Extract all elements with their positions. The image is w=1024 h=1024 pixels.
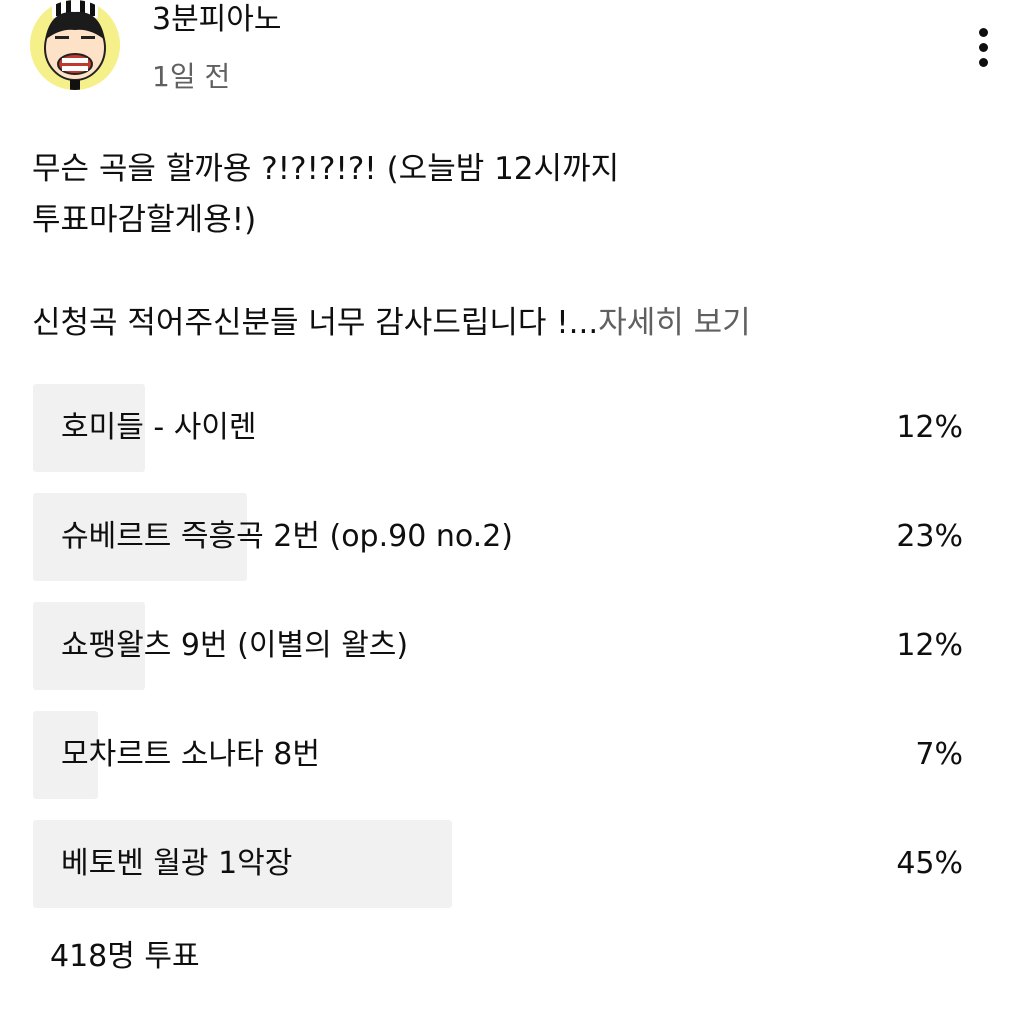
poll-option[interactable]: 쇼팽왈츠 9번 (이별의 왈츠) 12% xyxy=(33,602,963,690)
poll-option[interactable]: 호미들 - 사이렌 12% xyxy=(33,384,963,472)
poll-option-percent: 45% xyxy=(896,846,963,881)
cartoon-pianist-avatar-icon xyxy=(30,0,120,90)
poll-option-label: 모차르트 소나타 8번 xyxy=(61,737,320,772)
poll-option[interactable]: 베토벤 월광 1악장 45% xyxy=(33,820,963,908)
post-timestamp: 1일 전 xyxy=(152,60,231,93)
post-text-line-2: 투표마감할게용!) xyxy=(32,202,257,238)
poll-option-percent: 23% xyxy=(896,519,963,554)
poll-option-label: 쇼팽왈츠 9번 (이별의 왈츠) xyxy=(61,628,409,663)
read-more-link[interactable]: 자세히 보기 xyxy=(598,305,750,341)
poll-option-percent: 12% xyxy=(896,410,963,445)
post-body: 무슨 곡을 할까용 ?!?!?!?! (오늘밤 12시까지 투표마감할게용!) xyxy=(32,144,619,246)
poll-option-label: 슈베르트 즉흥곡 2번 (op.90 no.2) xyxy=(61,519,514,554)
poll-option[interactable]: 슈베르트 즉흥곡 2번 (op.90 no.2) 23% xyxy=(33,493,963,581)
poll-option-percent: 7% xyxy=(915,737,963,772)
post-text-preview: 신청곡 적어주신분들 너무 감사드립니다 !... xyxy=(32,305,599,341)
channel-name[interactable]: 3분피아노 xyxy=(152,0,282,40)
post-text-line-3: 신청곡 적어주신분들 너무 감사드립니다 !...자세히 보기 xyxy=(32,298,751,349)
poll: 호미들 - 사이렌 12% 슈베르트 즉흥곡 2번 (op.90 no.2) 2… xyxy=(33,384,963,929)
poll-option-label: 호미들 - 사이렌 xyxy=(61,410,257,445)
more-vertical-icon[interactable] xyxy=(964,20,1004,72)
poll-option[interactable]: 모차르트 소나타 8번 7% xyxy=(33,711,963,799)
poll-option-label: 베토벤 월광 1악장 xyxy=(61,846,293,881)
poll-vote-count: 418명 투표 xyxy=(50,939,200,974)
poll-option-percent: 12% xyxy=(896,628,963,663)
post-text-line-1: 무슨 곡을 할까용 ?!?!?!?! (오늘밤 12시까지 xyxy=(32,151,620,187)
channel-avatar[interactable] xyxy=(30,0,120,90)
